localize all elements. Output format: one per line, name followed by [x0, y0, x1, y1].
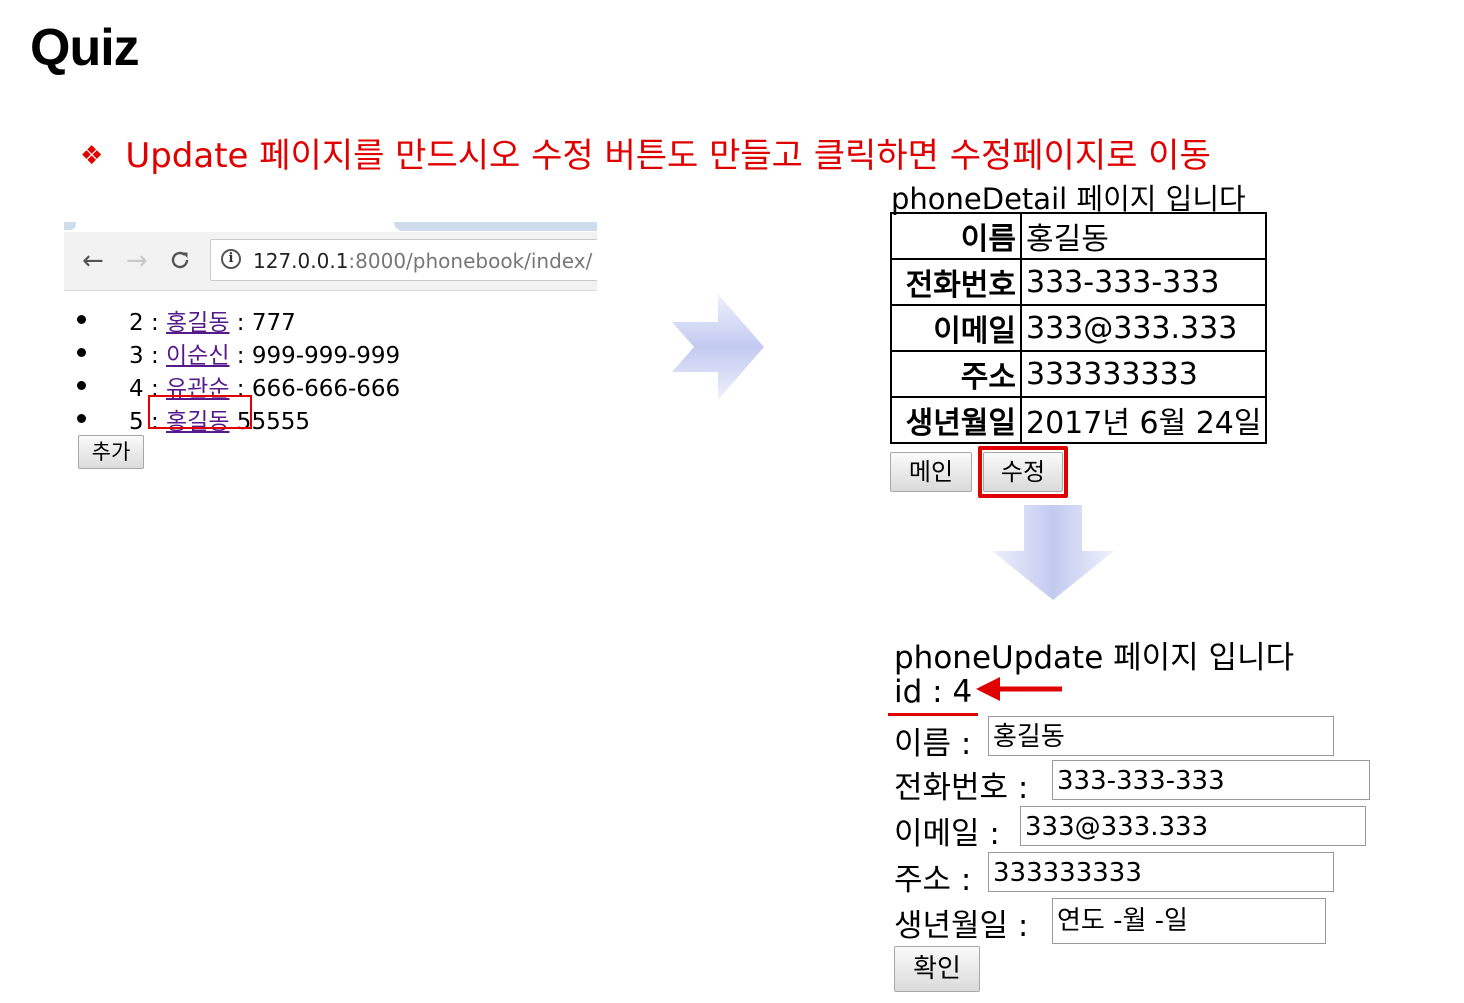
- field-label: 이메일 :: [894, 816, 1000, 852]
- entry-name-link[interactable]: 홍길동: [166, 310, 229, 336]
- reload-svg: [171, 251, 189, 269]
- entry-phone: : 666-666-666: [229, 376, 401, 402]
- row-label: 생년월일: [890, 396, 1022, 444]
- forward-arrow-icon[interactable]: →: [126, 248, 148, 274]
- entry-separator: :: [143, 310, 167, 336]
- bullet-dot: [77, 348, 86, 357]
- field-label: 주소 :: [894, 862, 972, 898]
- browser-tab[interactable]: [394, 222, 597, 231]
- instruction-line: ❖ Update 페이지를 만드시오 수정 버튼도 만들고 클릭하면 수정페이지로…: [80, 128, 1211, 177]
- entry-id: 2: [129, 310, 144, 336]
- down-arrow-icon: [992, 505, 1114, 600]
- entry-id: 5: [129, 409, 144, 435]
- phonebook-index-page: 2 : 홍길동 : 777 3 : 이순신 : 999-999-999 4 : …: [64, 291, 597, 477]
- tab-edge: [64, 222, 76, 230]
- table-row: 이메일 333@333.333: [890, 304, 1268, 352]
- back-arrow-icon[interactable]: ←: [82, 248, 104, 274]
- row-value: 333@333.333: [1019, 304, 1268, 352]
- table-row: 주소 333333333: [890, 350, 1268, 398]
- url-path: :8000/phonebook/index/: [348, 249, 593, 273]
- row-value: 2017년 6월 24일: [1019, 396, 1268, 444]
- red-highlight-box: [978, 446, 1068, 498]
- url-text: 127.0.0.1:8000/phonebook/index/: [253, 249, 592, 273]
- red-highlight-box: [148, 395, 252, 429]
- browser-toolbar: ← → i 127.0.0.1:8000/phonebook/index/: [64, 232, 597, 291]
- slide-title: Quiz: [30, 19, 140, 77]
- row-label: 이름: [890, 212, 1022, 260]
- table-row: 전화번호 333-333-333: [890, 258, 1268, 306]
- entry-id: 3: [129, 343, 144, 369]
- table-row: 생년월일 2017년 6월 24일: [890, 396, 1268, 444]
- entry-separator: :: [143, 343, 167, 369]
- main-button[interactable]: 메인: [890, 452, 972, 492]
- email-input[interactable]: 333@333.333: [1020, 806, 1366, 846]
- detail-table: 이름 홍길동 전화번호 333-333-333 이메일 333@333.333 주소 3…: [890, 212, 1268, 444]
- phone-input[interactable]: 333-333-333: [1052, 760, 1370, 800]
- tab-strip: [64, 222, 597, 232]
- row-label: 전화번호: [890, 258, 1022, 306]
- row-value: 홍길동: [1019, 212, 1268, 260]
- address-input[interactable]: 333333333: [988, 852, 1334, 892]
- reload-icon[interactable]: [168, 248, 192, 277]
- entry-phone: : 777: [229, 310, 296, 336]
- info-icon[interactable]: i: [221, 249, 241, 269]
- name-input[interactable]: 홍길동: [988, 716, 1334, 756]
- red-underline: [888, 713, 978, 716]
- field-label: 생년월일 :: [894, 908, 1029, 944]
- entry-id: 4: [129, 376, 144, 402]
- address-bar[interactable]: i 127.0.0.1:8000/phonebook/index/: [210, 239, 597, 281]
- bullet-dot: [77, 315, 86, 324]
- birthdate-input[interactable]: 연도 -월 -일: [1052, 898, 1326, 944]
- diamond-bullet-icon: ❖: [80, 141, 104, 171]
- add-button[interactable]: 추가: [78, 435, 144, 469]
- field-label: 전화번호 :: [894, 770, 1029, 806]
- bullet-dot: [77, 414, 86, 423]
- update-page-title: phoneUpdate 페이지 입니다: [894, 640, 1295, 676]
- red-left-arrow-icon: [976, 677, 1062, 701]
- browser-window: ← → i 127.0.0.1:8000/phonebook/index/ 2 …: [64, 222, 597, 477]
- id-label: id : 4: [894, 674, 973, 710]
- bullet-dot: [77, 381, 86, 390]
- table-row: 이름 홍길동: [890, 212, 1268, 260]
- entry-phone: : 999-999-999: [229, 343, 401, 369]
- row-label: 주소: [890, 350, 1022, 398]
- row-value: 333-333-333: [1019, 258, 1268, 306]
- confirm-button[interactable]: 확인: [894, 946, 980, 992]
- url-host: 127.0.0.1: [253, 249, 349, 273]
- field-label: 이름 :: [894, 726, 972, 762]
- instruction-text: Update 페이지를 만드시오 수정 버튼도 만들고 클릭하면 수정페이지로 …: [125, 136, 1211, 176]
- row-value: 333333333: [1019, 350, 1268, 398]
- entry-name-link[interactable]: 이순신: [166, 343, 229, 369]
- row-label: 이메일: [890, 304, 1022, 352]
- right-arrow-icon: [672, 294, 764, 400]
